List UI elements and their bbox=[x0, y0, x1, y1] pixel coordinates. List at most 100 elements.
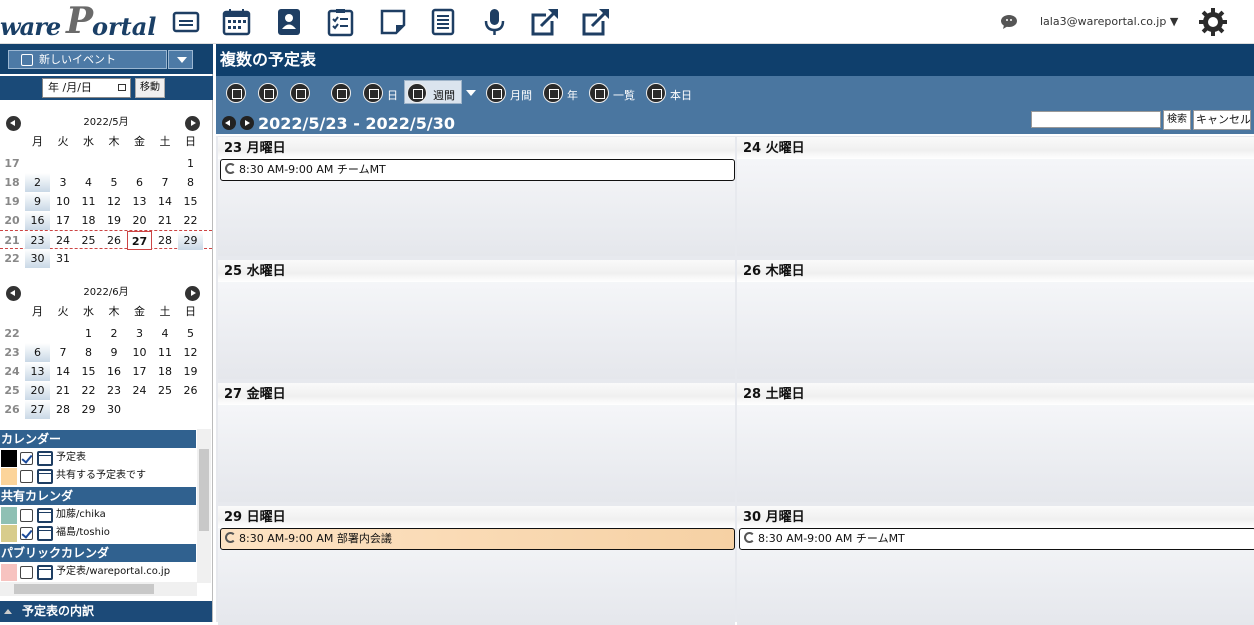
calendar-day[interactable]: 9 bbox=[25, 192, 50, 211]
calendar-day[interactable]: 8 bbox=[178, 173, 203, 192]
week-number[interactable]: 19 bbox=[0, 192, 24, 211]
date-input[interactable]: 年 /月/日 bbox=[42, 78, 131, 98]
day-header[interactable]: 23 月曜日 bbox=[218, 137, 735, 159]
calendar-checkbox[interactable] bbox=[20, 452, 33, 465]
calendar-day[interactable]: 13 bbox=[127, 192, 152, 211]
calendar-day[interactable]: 11 bbox=[153, 343, 178, 362]
new-event-dropdown[interactable] bbox=[168, 50, 193, 69]
calendar-day[interactable]: 29 bbox=[178, 231, 203, 250]
calendar-day[interactable]: 16 bbox=[102, 362, 127, 381]
calendar-day[interactable]: 14 bbox=[153, 192, 178, 211]
external-link-icon[interactable] bbox=[581, 7, 611, 37]
calendar-day[interactable]: 15 bbox=[76, 362, 101, 381]
calendar-day[interactable]: 10 bbox=[127, 343, 152, 362]
horizontal-scrollbar[interactable] bbox=[0, 582, 197, 596]
calendar-day[interactable]: 25 bbox=[153, 381, 178, 400]
day-header[interactable]: 29 日曜日 bbox=[218, 506, 735, 528]
calendar-day[interactable]: 7 bbox=[51, 343, 76, 362]
calendar-day[interactable]: 27 bbox=[25, 400, 50, 419]
search-input[interactable] bbox=[1031, 111, 1161, 128]
day-header[interactable]: 27 金曜日 bbox=[218, 383, 735, 405]
move-button[interactable]: 移動 bbox=[135, 78, 165, 98]
day-header[interactable]: 25 水曜日 bbox=[218, 260, 735, 282]
calendar-day[interactable]: 21 bbox=[51, 381, 76, 400]
calendar-day[interactable]: 25 bbox=[76, 231, 101, 250]
calendar-day[interactable]: 27 bbox=[127, 231, 152, 250]
calendar-day[interactable]: 14 bbox=[51, 362, 76, 381]
cancel-button[interactable]: キャンセル bbox=[1193, 110, 1251, 130]
calendar-day[interactable]: 3 bbox=[127, 324, 152, 343]
address-book-icon[interactable] bbox=[274, 7, 304, 37]
calendar-picker-icon[interactable] bbox=[118, 84, 126, 91]
calendar-day[interactable]: 23 bbox=[102, 381, 127, 400]
microphone-icon[interactable] bbox=[480, 7, 510, 37]
next-month-icon[interactable] bbox=[185, 116, 200, 131]
day-cell[interactable]: 24 火曜日 bbox=[737, 137, 1254, 256]
calendar-day[interactable]: 28 bbox=[153, 231, 178, 250]
next-month-icon[interactable] bbox=[185, 286, 200, 301]
calendar-day[interactable]: 24 bbox=[51, 231, 76, 250]
calendar-day[interactable]: 24 bbox=[127, 381, 152, 400]
day-cell[interactable]: 27 金曜日 bbox=[218, 383, 735, 502]
day-cell[interactable]: 25 水曜日 bbox=[218, 260, 735, 379]
prev-week-icon[interactable] bbox=[222, 116, 236, 130]
calendar-day[interactable]: 12 bbox=[102, 192, 127, 211]
breakdown-panel-toggle[interactable]: 予定表の内訳 bbox=[0, 601, 212, 622]
day-cell[interactable]: 23 月曜日 8:30 AM-9:00 AM チームMT bbox=[218, 137, 735, 256]
calendar-day[interactable]: 16 bbox=[25, 211, 50, 230]
calendar-day[interactable]: 18 bbox=[76, 211, 101, 230]
calendar-day[interactable]: 5 bbox=[102, 173, 127, 192]
week-number[interactable]: 24 bbox=[0, 362, 24, 381]
calendar-day[interactable]: 21 bbox=[153, 211, 178, 230]
calendar-item[interactable]: 福島/toshio bbox=[0, 524, 196, 542]
calendar-icon[interactable] bbox=[222, 7, 252, 37]
user-menu[interactable]: lala3@wareportal.co.jp ▼ bbox=[1040, 15, 1178, 28]
week-number[interactable]: 21 bbox=[0, 231, 24, 250]
calendar-day[interactable]: 6 bbox=[25, 343, 50, 362]
calendar-day[interactable]: 8 bbox=[76, 343, 101, 362]
calendar-day[interactable]: 12 bbox=[178, 343, 203, 362]
calendar-day[interactable]: 10 bbox=[51, 192, 76, 211]
day-header[interactable]: 24 火曜日 bbox=[737, 137, 1254, 159]
day-cell[interactable]: 26 木曜日 bbox=[737, 260, 1254, 379]
week-number[interactable]: 23 bbox=[0, 343, 24, 362]
day-cell[interactable]: 30 月曜日 8:30 AM-9:00 AM チームMT bbox=[737, 506, 1254, 625]
calendar-day[interactable]: 4 bbox=[76, 173, 101, 192]
calendar-day[interactable]: 17 bbox=[51, 211, 76, 230]
calendar-day[interactable]: 19 bbox=[102, 211, 127, 230]
document-icon[interactable] bbox=[428, 7, 458, 37]
external-link-icon[interactable] bbox=[530, 7, 560, 37]
week-number[interactable]: 18 bbox=[0, 173, 24, 192]
calendar-day[interactable]: 2 bbox=[102, 324, 127, 343]
calendar-day[interactable]: 29 bbox=[76, 400, 101, 419]
week-view-button[interactable]: 週間 bbox=[404, 80, 462, 104]
week-number[interactable]: 22 bbox=[0, 324, 24, 343]
vertical-scrollbar[interactable] bbox=[197, 429, 211, 583]
todo-list-icon[interactable] bbox=[326, 7, 356, 37]
next-week-icon[interactable] bbox=[240, 116, 254, 130]
calendar-day[interactable]: 30 bbox=[25, 249, 50, 268]
gear-icon[interactable] bbox=[1198, 7, 1228, 37]
day-header[interactable]: 28 土曜日 bbox=[737, 383, 1254, 405]
calendar-day[interactable]: 17 bbox=[127, 362, 152, 381]
calendar-checkbox[interactable] bbox=[20, 566, 33, 579]
day-header[interactable]: 30 月曜日 bbox=[737, 506, 1254, 528]
prev-month-icon[interactable] bbox=[6, 286, 21, 301]
event-item[interactable]: 8:30 AM-9:00 AM チームMT bbox=[220, 159, 735, 181]
calendar-item[interactable]: 予定表/wareportal.co.jp bbox=[0, 563, 196, 581]
new-event-button[interactable]: 新しいイベント bbox=[8, 50, 167, 69]
view-dropdown-icon[interactable] bbox=[466, 90, 476, 96]
calendar-day[interactable]: 30 bbox=[102, 400, 127, 419]
calendar-day[interactable]: 15 bbox=[178, 192, 203, 211]
scroll-thumb[interactable] bbox=[14, 584, 154, 594]
calendar-day[interactable]: 5 bbox=[178, 324, 203, 343]
week-number[interactable]: 17 bbox=[0, 154, 24, 173]
calendar-day[interactable]: 26 bbox=[178, 381, 203, 400]
calendar-checkbox[interactable] bbox=[20, 527, 33, 540]
calendar-checkbox[interactable] bbox=[20, 470, 33, 483]
calendar-day[interactable]: 4 bbox=[153, 324, 178, 343]
week-number[interactable]: 25 bbox=[0, 381, 24, 400]
day-header[interactable]: 26 木曜日 bbox=[737, 260, 1254, 282]
event-item[interactable]: 8:30 AM-9:00 AM チームMT bbox=[739, 528, 1254, 550]
calendar-checkbox[interactable] bbox=[20, 509, 33, 522]
